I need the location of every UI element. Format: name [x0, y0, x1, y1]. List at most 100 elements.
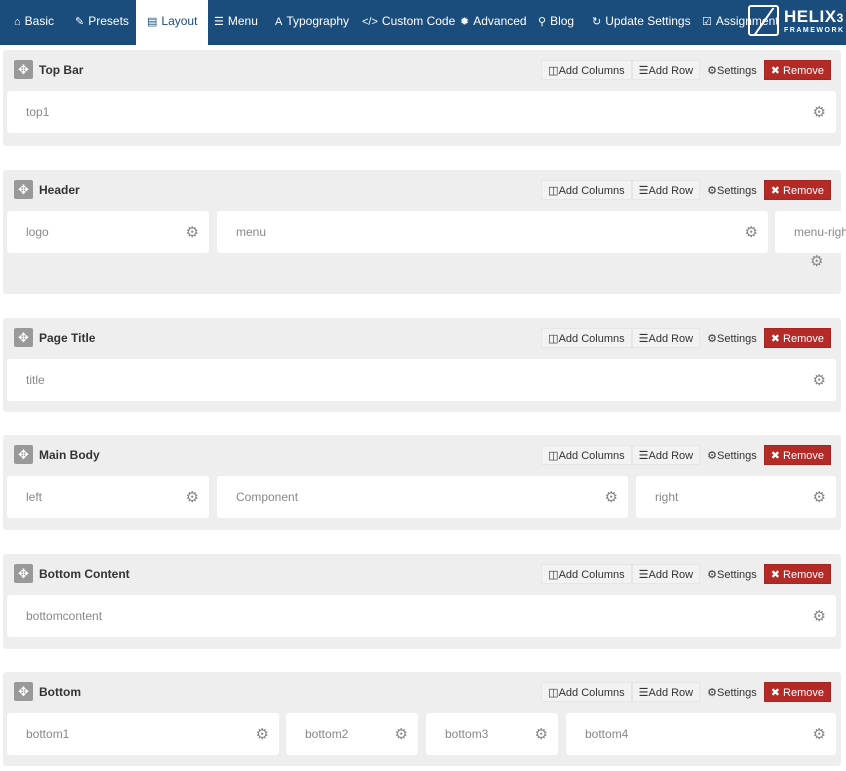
section-header: ✥ Bottom ◫Add Columns ☰Add Row ⚙Settings…: [3, 672, 841, 712]
column-name: bottom1: [26, 727, 70, 741]
column-settings-icon[interactable]: ⚙: [813, 103, 826, 121]
tab-label: Advanced: [473, 14, 527, 28]
layout-section: ✥ Top Bar ◫Add Columns ☰Add Row ⚙Setting…: [3, 50, 841, 146]
columns-icon: ◫: [548, 450, 559, 462]
section-title: Main Body: [39, 448, 100, 462]
column-settings-icon[interactable]: ⚙: [745, 223, 758, 241]
move-handle-icon[interactable]: ✥: [14, 445, 33, 464]
section-header: ✥ Top Bar ◫Add Columns ☰Add Row ⚙Setting…: [3, 50, 841, 90]
button-label: Settings: [717, 450, 757, 462]
column-settings-icon[interactable]: ⚙: [810, 252, 823, 270]
button-label: Add Columns: [558, 333, 625, 345]
column-settings-icon[interactable]: ⚙: [813, 725, 826, 743]
add-row-button[interactable]: ☰Add Row: [631, 60, 701, 80]
tab-update-settings[interactable]: ↻ Update Settings: [592, 0, 691, 45]
layout-column[interactable]: right ⚙: [636, 476, 836, 518]
move-handle-icon[interactable]: ✥: [14, 328, 33, 347]
tab-menu[interactable]: ☰ Menu: [214, 0, 258, 45]
add-columns-button[interactable]: ◫Add Columns: [541, 180, 632, 200]
tab-presets[interactable]: ✎ Presets: [75, 0, 129, 45]
column-name: bottom4: [585, 727, 629, 741]
add-columns-button[interactable]: ◫Add Columns: [541, 60, 632, 80]
add-columns-button[interactable]: ◫Add Columns: [541, 328, 632, 348]
add-row-button[interactable]: ☰Add Row: [631, 682, 701, 702]
remove-button[interactable]: ✖ Remove: [763, 328, 831, 348]
column-settings-icon[interactable]: ⚙: [813, 607, 826, 625]
add-columns-button[interactable]: ◫Add Columns: [541, 445, 632, 465]
move-handle-icon[interactable]: ✥: [14, 682, 33, 701]
add-row-button[interactable]: ☰Add Row: [631, 564, 701, 584]
layout-column[interactable]: bottomcontent ⚙: [7, 595, 836, 637]
move-handle-icon[interactable]: ✥: [14, 60, 33, 79]
column-settings-icon[interactable]: ⚙: [813, 371, 826, 389]
button-label: Add Columns: [558, 450, 625, 462]
column-settings-icon[interactable]: ⚙: [395, 725, 408, 743]
remove-button[interactable]: ✖ Remove: [763, 180, 831, 200]
move-handle-icon[interactable]: ✥: [14, 180, 33, 199]
layout-column[interactable]: bottom2 ⚙: [286, 713, 418, 755]
settings-button[interactable]: ⚙Settings: [700, 180, 764, 200]
add-row-button[interactable]: ☰Add Row: [631, 445, 701, 465]
layout-column[interactable]: Component ⚙: [217, 476, 628, 518]
add-row-button[interactable]: ☰Add Row: [631, 180, 701, 200]
add-columns-button[interactable]: ◫Add Columns: [541, 682, 632, 702]
column-name: bottomcontent: [26, 609, 103, 623]
column-settings-icon[interactable]: ⚙: [605, 488, 618, 506]
tab-blog[interactable]: ⚲ Blog: [538, 0, 574, 45]
layout-column[interactable]: bottom3 ⚙: [426, 713, 558, 755]
column-name: left: [26, 490, 43, 504]
list-icon: ☰: [638, 333, 649, 345]
button-label: Settings: [717, 569, 757, 581]
layout-column[interactable]: logo ⚙: [7, 211, 209, 253]
layout-column[interactable]: menu-right: [775, 211, 846, 253]
add-row-button[interactable]: ☰Add Row: [631, 328, 701, 348]
column-name: bottom3: [445, 727, 489, 741]
remove-button[interactable]: ✖ Remove: [763, 60, 831, 80]
settings-button[interactable]: ⚙Settings: [700, 682, 764, 702]
layout-column[interactable]: menu ⚙: [217, 211, 768, 253]
refresh-icon: ↻: [592, 16, 602, 28]
button-label: Remove: [783, 333, 824, 345]
layout-column[interactable]: bottom1 ⚙: [7, 713, 279, 755]
tab-typography[interactable]: A Typography: [275, 0, 349, 45]
tab-label: Menu: [227, 14, 258, 28]
tab-label: Presets: [88, 14, 129, 28]
remove-button[interactable]: ✖ Remove: [763, 682, 831, 702]
layout-column[interactable]: title ⚙: [7, 359, 836, 401]
layout-column[interactable]: top1 ⚙: [7, 91, 836, 133]
list-icon: ☰: [638, 65, 649, 77]
tab-basic[interactable]: ⌂ Basic: [14, 0, 54, 45]
settings-button[interactable]: ⚙Settings: [700, 328, 764, 348]
add-columns-button[interactable]: ◫Add Columns: [541, 564, 632, 584]
button-label: Add Columns: [558, 185, 625, 197]
column-settings-icon[interactable]: ⚙: [186, 488, 199, 506]
settings-button[interactable]: ⚙Settings: [700, 60, 764, 80]
move-handle-icon[interactable]: ✥: [14, 564, 33, 583]
column-settings-icon[interactable]: ⚙: [186, 223, 199, 241]
tab-advanced[interactable]: ✹ Advanced: [460, 0, 527, 45]
tab-custom-code[interactable]: </> Custom Code: [362, 0, 455, 45]
column-settings-icon[interactable]: ⚙: [535, 725, 548, 743]
cogs-icon: ⚙: [707, 333, 717, 345]
layout-section: ✥ Header ◫Add Columns ☰Add Row ⚙Settings…: [3, 170, 846, 294]
remove-button[interactable]: ✖ Remove: [763, 564, 831, 584]
remove-button[interactable]: ✖ Remove: [763, 445, 831, 465]
tab-label: Update Settings: [605, 14, 691, 28]
settings-button[interactable]: ⚙Settings: [700, 564, 764, 584]
column-settings-icon[interactable]: ⚙: [256, 725, 269, 743]
cogs-icon: ⚙: [707, 569, 717, 581]
section-header: ✥ Main Body ◫Add Columns ☰Add Row ⚙Setti…: [3, 435, 841, 475]
column-settings-icon[interactable]: ⚙: [813, 488, 826, 506]
button-label: Add Row: [648, 450, 694, 462]
column-name: menu: [236, 225, 267, 239]
home-icon: ⌂: [14, 16, 21, 28]
list-icon: ☰: [638, 687, 649, 699]
columns-icon: ◫: [548, 687, 559, 699]
layout-column[interactable]: left ⚙: [7, 476, 209, 518]
layout-column[interactable]: bottom4 ⚙: [566, 713, 836, 755]
logo-sub: FRAMEWORK: [784, 26, 845, 34]
settings-button[interactable]: ⚙Settings: [700, 445, 764, 465]
tab-label: Layout: [161, 14, 198, 28]
tab-layout[interactable]: ▤ Layout: [136, 0, 209, 45]
tab-label: Typography: [286, 14, 350, 28]
